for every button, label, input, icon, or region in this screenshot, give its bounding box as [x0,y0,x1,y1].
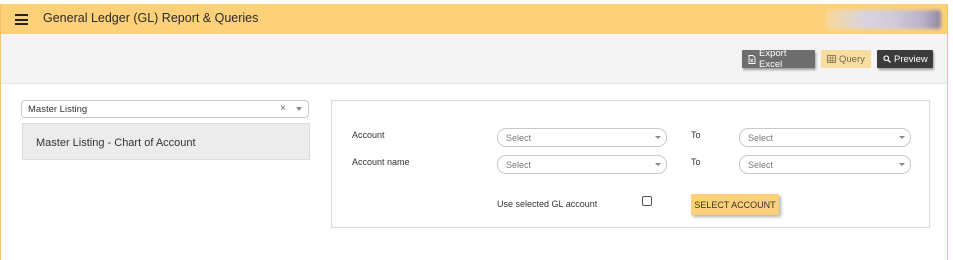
select-account-button[interactable]: SELECT ACCOUNT [691,194,779,215]
top-bar: General Ledger (GL) Report & Queries [1,4,947,34]
query-button[interactable]: Query [821,50,871,68]
account-name-to-select[interactable]: Select [739,155,911,174]
report-list: Master Listing - Chart of Account [22,123,310,160]
preview-button[interactable]: Preview [877,50,933,68]
preview-label: Preview [894,53,928,65]
toolbar: Export Excel Query Preview [1,34,947,84]
report-type-value: Master Listing [28,103,88,115]
account-to-select[interactable]: Select [739,128,911,147]
user-profile[interactable] [826,10,941,29]
account-to-label: To [691,130,701,140]
account-from-value: Select [506,132,532,143]
account-name-to-value: Select [748,159,774,170]
account-name-label: Account name [352,157,410,167]
page-title: General Ledger (GL) Report & Queries [43,11,259,25]
use-selected-gl-label: Use selected GL account [497,199,598,209]
account-name-to-label: To [691,157,701,167]
use-selected-gl-checkbox[interactable] [642,196,652,206]
account-name-from-value: Select [506,159,532,170]
export-excel-button[interactable]: Export Excel [742,48,815,70]
chevron-down-icon[interactable] [296,107,302,111]
chevron-down-icon [899,136,905,139]
chevron-down-icon [899,163,905,166]
account-label: Account [352,130,385,140]
account-to-value: Select [748,132,774,143]
search-icon [883,55,891,63]
list-item[interactable]: Master Listing - Chart of Account [36,137,196,149]
chevron-down-icon [655,163,661,166]
hamburger-menu-icon[interactable] [15,14,28,25]
query-panel: Account Select To Select Account name Se… [331,100,930,228]
report-type-select[interactable]: Master Listing × [21,100,309,118]
account-name-from-select[interactable]: Select [497,155,667,174]
table-icon [827,55,836,63]
export-excel-label: Export Excel [759,48,787,70]
file-excel-icon [748,54,756,64]
clear-icon[interactable]: × [280,103,286,114]
app-frame: General Ledger (GL) Report & Queries Exp… [0,4,948,260]
chevron-down-icon [655,136,661,139]
query-label: Query [839,53,865,65]
account-from-select[interactable]: Select [497,128,667,147]
